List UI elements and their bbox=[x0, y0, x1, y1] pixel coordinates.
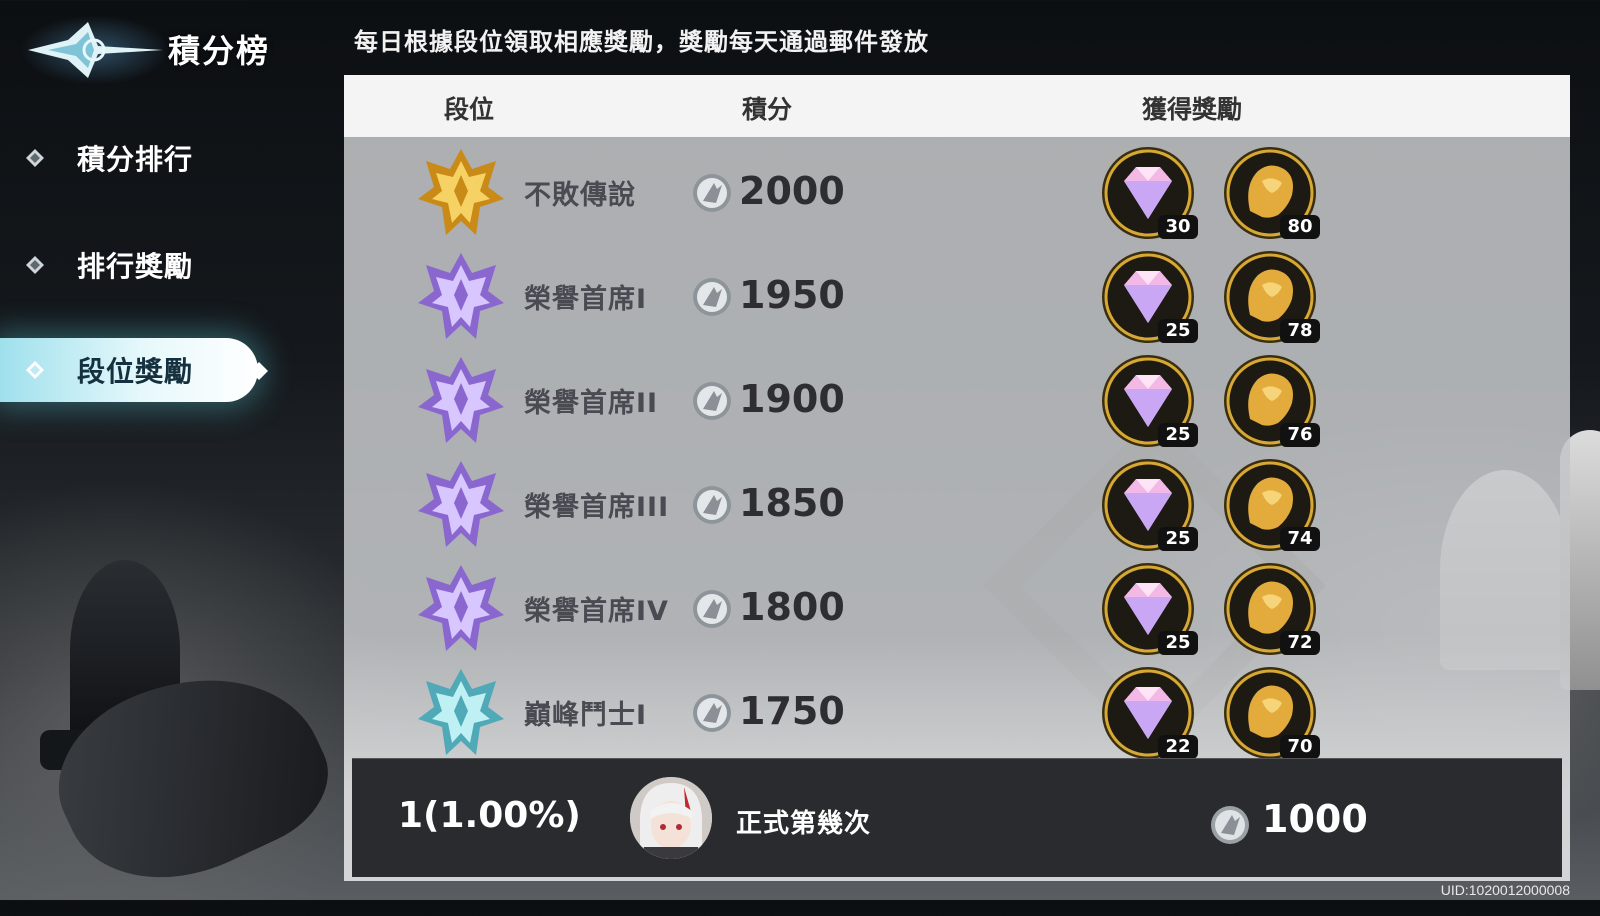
lion-reward[interactable]: 78 bbox=[1222, 249, 1320, 345]
gem-reward[interactable]: 25 bbox=[1100, 249, 1198, 345]
rank-emblem-icon bbox=[418, 253, 504, 339]
gem-reward[interactable]: 25 bbox=[1100, 457, 1198, 553]
silver-coin-icon bbox=[693, 382, 731, 420]
gem-count: 30 bbox=[1158, 215, 1198, 239]
table-row: 榮譽首席III 1850 25 74 bbox=[344, 449, 1570, 555]
user-id: UID:1020012000008 bbox=[1440, 882, 1570, 898]
my-rank: 1(1.00%) bbox=[398, 795, 581, 836]
lion-count: 74 bbox=[1280, 527, 1320, 551]
rank-score: 1750 bbox=[739, 689, 845, 733]
table-header: 段位 積分 獲得獎勵 bbox=[344, 75, 1570, 137]
silver-coin-icon bbox=[693, 486, 731, 524]
rank-emblem-icon bbox=[418, 565, 504, 651]
gem-count: 25 bbox=[1158, 423, 1198, 447]
rank-name: 榮譽首席I bbox=[524, 284, 648, 315]
rank-name: 榮譽首席II bbox=[524, 388, 659, 419]
my-rank-bar: 1(1.00%) 正式第幾次 1000 bbox=[352, 758, 1562, 877]
rank-name: 巔峰鬥士I bbox=[524, 700, 648, 731]
silver-coin-icon bbox=[693, 694, 731, 732]
lion-reward[interactable]: 72 bbox=[1222, 561, 1320, 657]
rank-emblem-icon bbox=[418, 357, 504, 443]
sidebar-item-label: 積分排行 bbox=[77, 143, 194, 176]
page-title: 積分榜 bbox=[168, 32, 271, 70]
sidebar-item-score-ranking[interactable]: 積分排行 bbox=[0, 125, 260, 191]
sidebar-item-label: 排行獎勵 bbox=[77, 250, 194, 283]
silver-coin-icon bbox=[693, 174, 731, 212]
lion-reward[interactable]: 74 bbox=[1222, 457, 1320, 553]
silver-coin-icon bbox=[693, 278, 731, 316]
lion-reward[interactable]: 80 bbox=[1222, 145, 1320, 241]
lion-reward[interactable]: 70 bbox=[1222, 665, 1320, 759]
rank-score: 1950 bbox=[739, 273, 845, 317]
lion-count: 72 bbox=[1280, 631, 1320, 655]
gem-reward[interactable]: 25 bbox=[1100, 353, 1198, 449]
rank-score: 1900 bbox=[739, 377, 845, 421]
header-score: 積分 bbox=[742, 95, 793, 124]
rank-score: 1850 bbox=[739, 481, 845, 525]
silver-coin-icon bbox=[693, 590, 731, 628]
rank-score: 1800 bbox=[739, 585, 845, 629]
gem-reward[interactable]: 22 bbox=[1100, 665, 1198, 759]
diamond-bullet-icon bbox=[26, 361, 44, 379]
rewards-list[interactable]: 不敗傳說 2000 30 80 榮譽首席I 1950 25 78 榮譽首席II … bbox=[344, 137, 1570, 759]
rank-name: 不敗傳說 bbox=[524, 180, 636, 211]
gem-count: 25 bbox=[1158, 319, 1198, 343]
sidebar-item-ranking-rewards[interactable]: 排行獎勵 bbox=[0, 232, 260, 298]
gem-count: 25 bbox=[1158, 631, 1198, 655]
rank-score: 2000 bbox=[739, 169, 845, 213]
my-score: 1000 bbox=[1262, 797, 1368, 841]
player-portrait-icon bbox=[630, 777, 712, 859]
sidebar-item-label: 段位獎勵 bbox=[77, 355, 194, 388]
table-row: 巔峰鬥士I 1750 22 70 bbox=[344, 657, 1570, 759]
header-rank: 段位 bbox=[444, 95, 495, 124]
rank-name: 榮譽首席IV bbox=[524, 596, 669, 627]
gem-count: 25 bbox=[1158, 527, 1198, 551]
player-name: 正式第幾次 bbox=[736, 809, 872, 839]
active-arrow-icon bbox=[250, 362, 268, 380]
gem-reward[interactable]: 25 bbox=[1100, 561, 1198, 657]
rank-emblem-icon bbox=[418, 149, 504, 235]
table-row: 榮譽首席II 1900 25 76 bbox=[344, 345, 1570, 451]
rank-name: 榮譽首席III bbox=[524, 492, 670, 523]
lion-count: 76 bbox=[1280, 423, 1320, 447]
lion-count: 80 bbox=[1280, 215, 1320, 239]
sidebar-item-tier-rewards[interactable]: 段位獎勵 bbox=[0, 338, 268, 402]
gem-reward[interactable]: 30 bbox=[1100, 145, 1198, 241]
silver-coin-icon bbox=[1211, 806, 1249, 844]
diamond-bullet-icon bbox=[26, 149, 44, 167]
reward-instruction: 每日根據段位領取相應獎勵，獎勵每天通過郵件發放 bbox=[354, 28, 929, 56]
lion-reward[interactable]: 76 bbox=[1222, 353, 1320, 449]
header-reward: 獲得獎勵 bbox=[1142, 95, 1243, 124]
avatar[interactable] bbox=[630, 777, 712, 859]
compass-star-logo-icon bbox=[28, 22, 163, 78]
lion-count: 70 bbox=[1280, 735, 1320, 759]
table-row: 榮譽首席I 1950 25 78 bbox=[344, 241, 1570, 347]
table-row: 不敗傳說 2000 30 80 bbox=[344, 137, 1570, 243]
diamond-bullet-icon bbox=[26, 256, 44, 274]
rank-emblem-icon bbox=[418, 669, 504, 755]
gem-count: 22 bbox=[1158, 735, 1198, 759]
table-row: 榮譽首席IV 1800 25 72 bbox=[344, 553, 1570, 659]
lion-count: 78 bbox=[1280, 319, 1320, 343]
rank-emblem-icon bbox=[418, 461, 504, 547]
